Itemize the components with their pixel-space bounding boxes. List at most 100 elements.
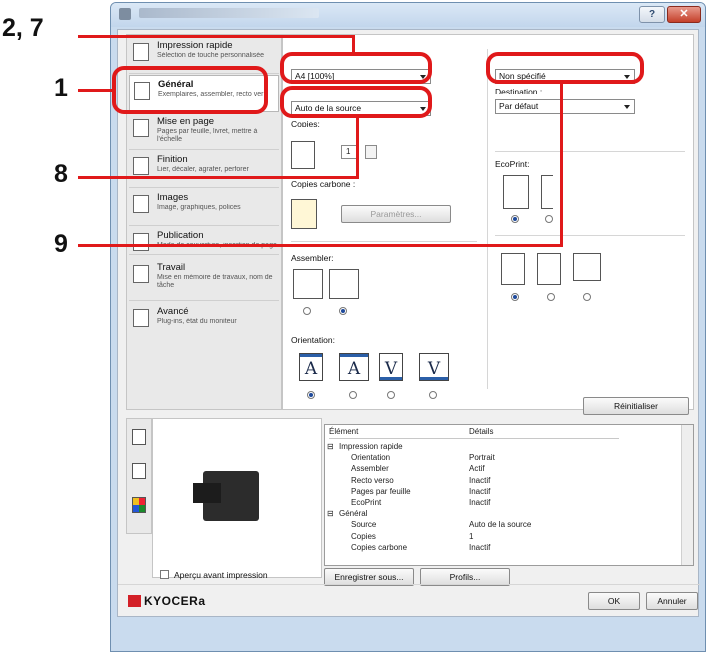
orientation-rotated-portrait-icon: V [379, 353, 403, 381]
destination-value: Par défaut [499, 101, 539, 111]
orientation-rotated-portrait-radio[interactable] [387, 391, 395, 399]
document-tab-icon[interactable] [132, 463, 146, 479]
copies-spinner[interactable] [365, 145, 377, 159]
destination-select[interactable]: Par défaut [495, 99, 635, 114]
table-row[interactable]: ⊟ Général [325, 508, 681, 519]
sidebar-item-layout[interactable]: Mise en page Pages par feuille, livret, … [129, 113, 279, 150]
reset-button[interactable]: Réinitialiser [583, 397, 689, 415]
carbon-copies-icon [291, 199, 317, 229]
color-tab-icon[interactable] [132, 497, 146, 513]
orientation-rotated-landscape-radio[interactable] [429, 391, 437, 399]
divider [291, 241, 477, 242]
sidebar-item-finishing[interactable]: Finition Lier, décaler, agrafer, perfore… [129, 151, 279, 188]
callout-line [560, 82, 563, 247]
collapse-icon[interactable]: ⊟ [327, 509, 334, 518]
divider [118, 584, 700, 585]
callout-box-media-type [486, 52, 644, 84]
column-header: Détails [469, 425, 619, 439]
sidebar-item-label: Images [157, 192, 189, 203]
table-row[interactable]: Copies carbone Inactif [325, 542, 681, 553]
column-divider [487, 49, 488, 389]
orientation-landscape-radio[interactable] [349, 391, 357, 399]
printer-tab-icon[interactable] [132, 429, 146, 445]
quick-print-icon [133, 43, 149, 61]
sidebar-item-publication[interactable]: Publication Mode de couverture, insertio… [129, 227, 279, 255]
column-header: Élément [329, 425, 469, 439]
cancel-button[interactable]: Annuler [646, 592, 698, 610]
sidebar-item-desc: Image, graphiques, polices [157, 204, 241, 211]
brand-name: KYOCERa [144, 594, 206, 608]
printer-tray [193, 483, 221, 503]
callout-line [352, 35, 355, 53]
table-row[interactable]: Assembler Actif [325, 463, 681, 474]
callout-line [356, 116, 359, 179]
help-button[interactable]: ? [639, 6, 665, 23]
chevron-down-icon [624, 105, 630, 109]
collapse-icon[interactable]: ⊟ [327, 442, 334, 451]
callout-line [78, 176, 358, 179]
duplex-short-radio[interactable] [583, 293, 591, 301]
ok-button[interactable]: OK [588, 592, 640, 610]
table-row[interactable]: Pages par feuille Inactif [325, 486, 681, 497]
vertical-scrollbar[interactable] [681, 425, 693, 565]
ecoprint-label: EcoPrint: [495, 159, 530, 169]
summary-area: Élément Détails ⊟ Impression rapide Orient… [126, 418, 694, 586]
ecoprint-on-icon [541, 175, 553, 209]
table-row[interactable]: Orientation Portrait [325, 452, 681, 463]
row-detail: Actif [469, 464, 485, 474]
carbon-settings-button[interactable]: Paramètres... [341, 205, 451, 223]
callout-line [78, 244, 563, 247]
ecoprint-on-radio[interactable] [545, 215, 553, 223]
duplex-long-radio[interactable] [547, 293, 555, 301]
callout-box-paper-size [280, 52, 432, 84]
collate-on-radio[interactable] [339, 307, 347, 315]
collate-off-radio[interactable] [303, 307, 311, 315]
callout-line [78, 35, 354, 38]
job-icon [133, 265, 149, 283]
collated-icon [329, 269, 359, 299]
images-icon [133, 195, 149, 213]
copies-icon [291, 141, 315, 169]
callout-2-7: 2, 7 [2, 14, 44, 42]
preview-tabs [126, 418, 152, 534]
orientation-portrait-radio[interactable] [307, 391, 315, 399]
printer-app-icon [119, 8, 131, 20]
sidebar-item-label: Mise en page [157, 116, 215, 127]
row-item: Orientation [351, 453, 391, 463]
duplex-short-edge-icon [573, 253, 601, 281]
row-item: Assembler [351, 464, 389, 474]
ecoprint-off-radio[interactable] [511, 215, 519, 223]
publication-icon [133, 233, 149, 251]
table-row[interactable]: Recto verso Inactif [325, 475, 681, 486]
row-detail: Inactif [469, 498, 491, 507]
row-item: Pages par feuille [351, 486, 411, 496]
table-row[interactable]: EcoPrint Inactif [325, 497, 681, 508]
orientation-rotated-landscape-icon: V [419, 353, 449, 381]
close-button[interactable]: ✕ [667, 6, 701, 23]
preview-checkbox[interactable] [160, 570, 169, 579]
printer-preview [152, 418, 322, 578]
table-row[interactable]: Copies 1 [325, 531, 681, 542]
callout-line [78, 89, 114, 92]
carbon-copies-label: Copies carbone : [291, 179, 356, 189]
sidebar-item-advanced[interactable]: Avancé Plug-ins, état du moniteur [129, 303, 279, 340]
orientation-label: Orientation: [291, 335, 335, 345]
sidebar-item-label: Travail [157, 262, 186, 273]
row-item: Copies [351, 531, 376, 541]
sidebar-item-desc: Plug-ins, état du moniteur [157, 318, 237, 325]
kyocera-logo: KYOCERa [128, 594, 206, 608]
copies-input[interactable]: 1 [341, 145, 357, 159]
row-detail: Inactif [469, 486, 491, 496]
collate-label: Assembler: [291, 253, 334, 263]
sidebar-item-images[interactable]: Images Image, graphiques, polices [129, 189, 279, 226]
table-row[interactable]: Source Auto de la source [325, 519, 681, 530]
preview-checkbox-label: Aperçu avant impression [174, 570, 268, 580]
copies-label: Copies: [291, 119, 320, 127]
sidebar-item-job[interactable]: Travail Mise en mémoire de travaux, nom … [129, 259, 279, 301]
row-detail: Auto de la source [469, 520, 532, 530]
settings-summary-table: Élément Détails ⊟ Impression rapide Orient… [324, 424, 694, 566]
table-row[interactable]: ⊟ Impression rapide [325, 441, 681, 452]
duplex-off-radio[interactable] [511, 293, 519, 301]
row-detail: Portrait [469, 453, 495, 463]
sidebar-item-desc: Lier, décaler, agrafer, perforer [157, 166, 249, 173]
